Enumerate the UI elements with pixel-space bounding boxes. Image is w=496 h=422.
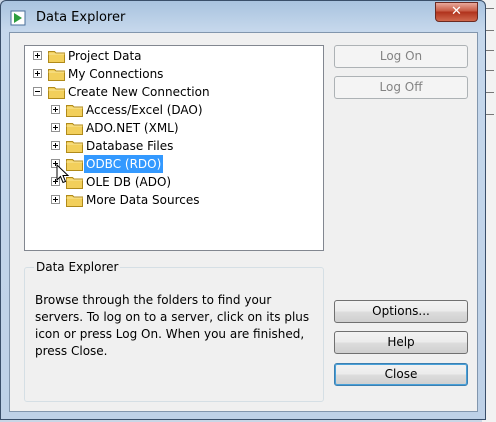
folder-icon bbox=[66, 103, 83, 117]
log-on-button[interactable]: Log On bbox=[334, 45, 468, 68]
tree-node-label: Access/Excel (DAO) bbox=[86, 103, 203, 117]
connection-tree[interactable]: Project Data My Connections Create New Con… bbox=[24, 45, 324, 251]
data-explorer-window: Data Explorer ✕ Project Data My Connectio… bbox=[0, 0, 486, 420]
expand-icon[interactable] bbox=[51, 123, 60, 132]
group-title: Data Explorer bbox=[34, 260, 121, 274]
folder-icon bbox=[48, 49, 65, 63]
mouse-cursor-icon bbox=[56, 164, 70, 184]
folder-icon bbox=[48, 85, 65, 99]
app-icon bbox=[10, 10, 26, 26]
tree-node-label: Project Data bbox=[68, 49, 142, 63]
tree-node-label: OLE DB (ADO) bbox=[86, 175, 172, 189]
help-button[interactable]: Help bbox=[334, 331, 468, 354]
dialog-body: Project Data My Connections Create New Con… bbox=[9, 32, 478, 412]
description-text: Browse through the folders to find your … bbox=[35, 293, 310, 358]
tree-node-label: ADO.NET (XML) bbox=[86, 121, 179, 135]
tree-node-label: My Connections bbox=[68, 67, 164, 81]
folder-icon bbox=[66, 193, 83, 207]
folder-icon bbox=[66, 139, 83, 153]
close-icon[interactable]: ✕ bbox=[435, 2, 478, 22]
tree-node-label: Create New Connection bbox=[68, 85, 210, 99]
expand-icon[interactable] bbox=[33, 51, 42, 60]
expand-icon[interactable] bbox=[51, 105, 60, 114]
options-button[interactable]: Options... bbox=[334, 300, 468, 323]
tree-node-label: ODBC (RDO) bbox=[84, 155, 164, 173]
expand-icon[interactable] bbox=[33, 69, 42, 78]
tree-node-label: More Data Sources bbox=[86, 193, 200, 207]
folder-icon bbox=[48, 67, 65, 81]
log-off-button[interactable]: Log Off bbox=[334, 76, 468, 99]
tree-node-label: Database Files bbox=[86, 139, 174, 153]
title-bar[interactable]: Data Explorer ✕ bbox=[1, 1, 485, 33]
expand-icon[interactable] bbox=[51, 141, 60, 150]
window-title: Data Explorer bbox=[36, 10, 126, 25]
folder-icon bbox=[66, 121, 83, 135]
expand-icon[interactable] bbox=[51, 195, 60, 204]
description-group: Data Explorer Browse through the folders… bbox=[24, 260, 324, 402]
close-button[interactable]: Close bbox=[334, 363, 468, 386]
collapse-icon[interactable] bbox=[33, 87, 42, 96]
